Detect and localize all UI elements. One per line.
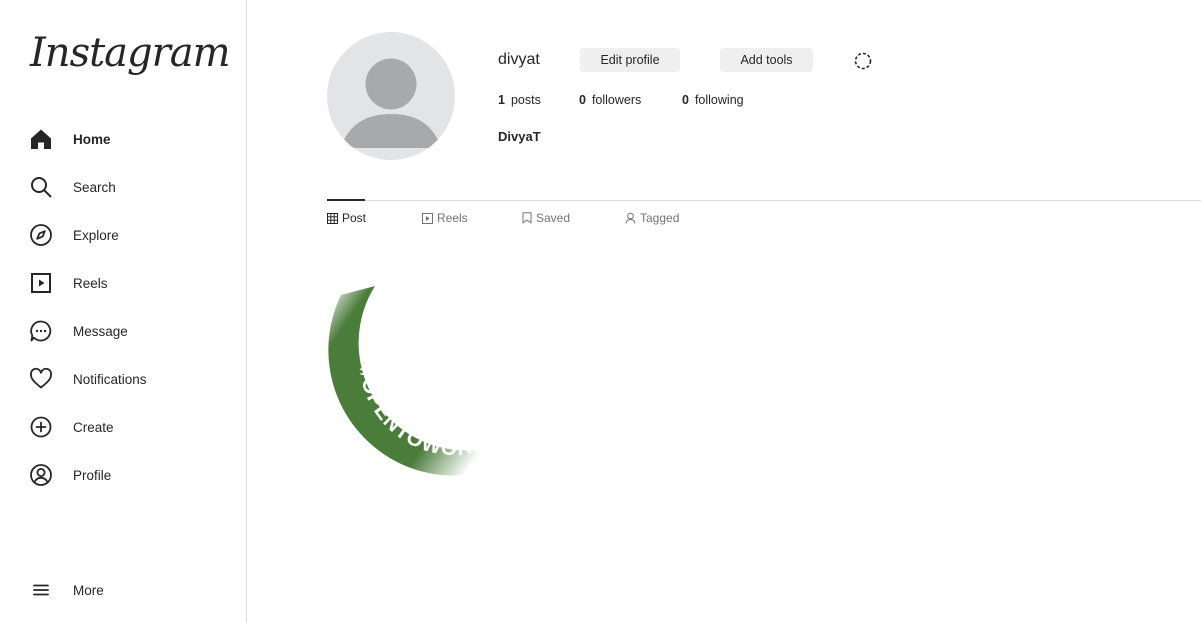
sidebar-item-label: Reels [73, 275, 108, 291]
edit-profile-button[interactable]: Edit profile [580, 48, 680, 72]
sidebar-item-home[interactable]: Home [28, 121, 228, 157]
tab-reels[interactable]: Reels [422, 211, 468, 225]
sidebar-item-more[interactable]: More [28, 572, 228, 608]
profile-avatar[interactable] [327, 32, 455, 160]
opentowork-frame-image: #OPENTOWORK [328, 286, 567, 476]
tab-label: Post [342, 211, 367, 225]
sidebar-item-search[interactable]: Search [28, 169, 228, 205]
bookmark-icon [522, 212, 532, 224]
reels-icon [422, 212, 433, 224]
followers-count-label: followers [591, 93, 642, 107]
sidebar: Instagram Home Search Explore Reels Mess… [0, 0, 247, 623]
following-count[interactable]: 0 following [682, 93, 744, 107]
sidebar-item-notifications[interactable]: Notifications [28, 361, 228, 397]
menu-icon [28, 577, 54, 603]
posts-count: 1 posts [498, 93, 541, 107]
tagged-user-icon [625, 212, 636, 224]
reels-icon [28, 270, 54, 296]
following-count-label: following [694, 93, 744, 107]
tab-label: Tagged [640, 211, 680, 225]
sidebar-item-label: Profile [73, 467, 112, 483]
sidebar-item-label: Notifications [73, 371, 147, 387]
tab-post[interactable]: Post [327, 211, 366, 225]
profile-icon [28, 462, 54, 488]
posts-count-number: 1 [498, 93, 505, 107]
sidebar-item-reels[interactable]: Reels [28, 265, 228, 301]
profile-username: divyat [498, 51, 540, 68]
posts-count-label: posts [510, 93, 541, 107]
tab-label: Saved [536, 211, 571, 225]
plus-circle-icon [28, 414, 54, 440]
sidebar-item-label: Message [73, 323, 128, 339]
tab-label: Reels [437, 211, 468, 225]
heart-icon [28, 366, 54, 392]
home-icon [28, 126, 54, 152]
sidebar-item-create[interactable]: Create [28, 409, 228, 445]
compass-icon [28, 222, 54, 248]
sidebar-item-explore[interactable]: Explore [28, 217, 228, 253]
sidebar-item-message[interactable]: Message [28, 313, 228, 349]
followers-count-number: 0 [579, 93, 586, 107]
tab-tagged[interactable]: Tagged [625, 211, 679, 225]
active-tab-indicator [327, 199, 365, 201]
following-count-number: 0 [682, 93, 689, 107]
add-tools-button[interactable]: Add tools [720, 48, 813, 72]
post-thumbnail[interactable]: #OPENTOWORK [327, 260, 587, 490]
sidebar-item-label: Search [73, 179, 116, 195]
sidebar-item-label: More [73, 582, 104, 598]
instagram-logo[interactable]: Instagram [30, 30, 231, 76]
sidebar-item-label: Home [73, 131, 111, 147]
tabs-divider [327, 200, 1201, 201]
tab-saved[interactable]: Saved [522, 211, 570, 225]
profile-full-name: DivyaT [498, 129, 541, 144]
grid-icon [327, 212, 338, 224]
message-icon [28, 318, 54, 344]
search-icon [28, 174, 54, 200]
sidebar-item-label: Create [73, 419, 114, 435]
settings-icon[interactable] [853, 51, 873, 71]
sidebar-item-profile[interactable]: Profile [28, 457, 228, 493]
followers-count[interactable]: 0 followers [579, 93, 641, 107]
sidebar-item-label: Explore [73, 227, 119, 243]
default-avatar-icon [341, 58, 441, 148]
